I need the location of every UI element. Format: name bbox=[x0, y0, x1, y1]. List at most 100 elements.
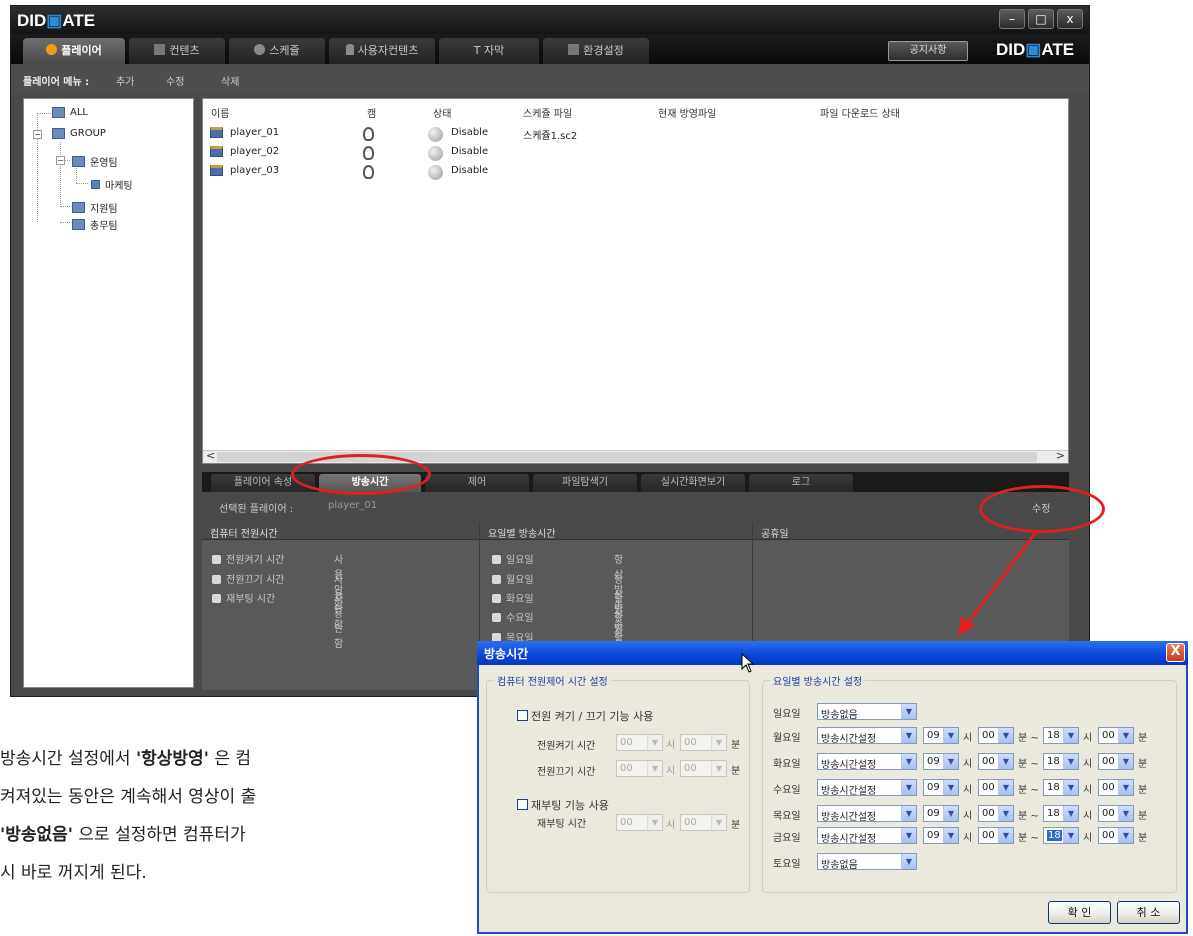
end-hour-select[interactable]: 18 ▼ bbox=[1043, 753, 1079, 770]
start-hour-select[interactable]: 09 ▼ bbox=[923, 727, 959, 744]
time-unit: 분 ~ bbox=[1018, 759, 1039, 770]
power-control-group: 컴퓨터 전원제어 시간 설정 전원 켜기 / 끄기 기능 사용 전원켜기 시간 … bbox=[486, 673, 750, 893]
time-unit: 시 bbox=[1083, 759, 1093, 770]
chevron-down-icon: ▼ bbox=[998, 806, 1013, 821]
end-minute-select[interactable]: 00 ▼ bbox=[1098, 727, 1134, 744]
end-hour-select[interactable]: 18 ▼ bbox=[1043, 805, 1079, 822]
time-unit: 분 bbox=[1138, 833, 1148, 844]
chevron-down-icon: ▼ bbox=[943, 754, 958, 769]
power-group-legend: 컴퓨터 전원제어 시간 설정 bbox=[494, 673, 611, 688]
weekly-group-legend: 요일별 방송시간 설정 bbox=[770, 673, 866, 688]
time-unit: 분 ~ bbox=[1018, 833, 1039, 844]
chevron-down-icon: ▼ bbox=[943, 806, 958, 821]
enable-power-checkbox[interactable]: 전원 켜기 / 끄기 기능 사용 bbox=[517, 708, 653, 724]
day-mode-select[interactable]: 방송시간설정 ▼ bbox=[817, 805, 917, 823]
reboot-label: 재부팅 시간 bbox=[537, 819, 587, 830]
power-off-label: 전원끄기 시간 bbox=[537, 767, 596, 778]
page: { "app": { "logo_text": "DIDMATE", "logo… bbox=[0, 0, 1193, 936]
time-unit: 시 bbox=[1083, 733, 1093, 744]
chevron-down-icon: ▼ bbox=[647, 815, 662, 830]
time-unit: 시 bbox=[963, 785, 973, 796]
broadcast-time-dialog: 방송시간 X 컴퓨터 전원제어 시간 설정 전원 켜기 / 끄기 기능 사용 전… bbox=[477, 641, 1188, 934]
day-label: 금요일 bbox=[773, 833, 801, 844]
time-unit: 분 bbox=[1138, 759, 1148, 770]
day-mode-select[interactable]: 방송없음 ▼ bbox=[817, 853, 917, 871]
power-off-minute-select[interactable]: 00 ▼ bbox=[680, 760, 727, 777]
start-minute-select[interactable]: 00 ▼ bbox=[978, 753, 1014, 770]
day-mode-select[interactable]: 방송시간설정 ▼ bbox=[817, 827, 917, 845]
cancel-button[interactable]: 취 소 bbox=[1117, 901, 1180, 924]
chevron-down-icon: ▼ bbox=[711, 815, 726, 830]
chevron-down-icon: ▼ bbox=[647, 761, 662, 776]
ok-button[interactable]: 확 인 bbox=[1048, 901, 1111, 924]
end-hour-select[interactable]: 18 ▼ bbox=[1043, 779, 1079, 796]
end-minute-select[interactable]: 00 ▼ bbox=[1098, 827, 1134, 844]
chevron-down-icon: ▼ bbox=[647, 735, 662, 750]
time-unit: 시 bbox=[963, 733, 973, 744]
time-unit: 시 bbox=[963, 759, 973, 770]
end-minute-select[interactable]: 00 ▼ bbox=[1098, 805, 1134, 822]
chevron-down-icon: ▼ bbox=[1118, 754, 1133, 769]
time-unit: 시 bbox=[1083, 833, 1093, 844]
checkbox-icon bbox=[517, 710, 528, 721]
chevron-down-icon: ▼ bbox=[998, 780, 1013, 795]
day-label: 수요일 bbox=[773, 785, 801, 796]
minute-unit: 분 bbox=[731, 740, 741, 751]
chevron-down-icon: ▼ bbox=[1063, 754, 1078, 769]
dialog-close-button[interactable]: X bbox=[1166, 643, 1185, 662]
start-hour-select[interactable]: 09 ▼ bbox=[923, 753, 959, 770]
chevron-down-icon: ▼ bbox=[1063, 728, 1078, 743]
start-hour-select[interactable]: 09 ▼ bbox=[923, 827, 959, 844]
day-mode-select[interactable]: 방송시간설정 ▼ bbox=[817, 779, 917, 797]
time-unit: 분 ~ bbox=[1018, 733, 1039, 744]
time-unit: 분 ~ bbox=[1018, 785, 1039, 796]
chevron-down-icon: ▼ bbox=[998, 754, 1013, 769]
power-on-label: 전원켜기 시간 bbox=[537, 741, 596, 752]
chevron-down-icon: ▼ bbox=[943, 728, 958, 743]
end-hour-select[interactable]: 18 ▼ bbox=[1043, 827, 1079, 844]
hour-unit: 시 bbox=[666, 740, 676, 751]
reboot-minute-select[interactable]: 00 ▼ bbox=[680, 814, 727, 831]
chevron-down-icon: ▼ bbox=[1118, 728, 1133, 743]
day-mode-select[interactable]: 방송시간설정 ▼ bbox=[817, 753, 917, 771]
chevron-down-icon: ▼ bbox=[998, 828, 1013, 843]
start-minute-select[interactable]: 00 ▼ bbox=[978, 827, 1014, 844]
reboot-hour-select[interactable]: 00 ▼ bbox=[616, 814, 663, 831]
day-label: 일요일 bbox=[773, 709, 801, 720]
power-off-hour-select[interactable]: 00 ▼ bbox=[616, 760, 663, 777]
end-minute-select[interactable]: 00 ▼ bbox=[1098, 779, 1134, 796]
start-hour-select[interactable]: 09 ▼ bbox=[923, 779, 959, 796]
start-minute-select[interactable]: 00 ▼ bbox=[978, 727, 1014, 744]
chevron-down-icon: ▼ bbox=[901, 754, 916, 769]
day-mode-select[interactable]: 방송시간설정 ▼ bbox=[817, 727, 917, 745]
time-unit: 분 bbox=[1138, 733, 1148, 744]
chevron-down-icon: ▼ bbox=[711, 761, 726, 776]
chevron-down-icon: ▼ bbox=[1063, 780, 1078, 795]
time-unit: 분 bbox=[1138, 785, 1148, 796]
enable-reboot-checkbox[interactable]: 재부팅 기능 사용 bbox=[517, 797, 609, 813]
dialog-title-bar[interactable]: 방송시간 X bbox=[477, 641, 1188, 665]
day-mode-select[interactable]: 방송없음 ▼ bbox=[817, 703, 917, 721]
start-minute-select[interactable]: 00 ▼ bbox=[978, 805, 1014, 822]
chevron-down-icon: ▼ bbox=[943, 780, 958, 795]
power-on-minute-select[interactable]: 00 ▼ bbox=[680, 734, 727, 751]
chevron-down-icon: ▼ bbox=[943, 828, 958, 843]
minute-unit: 분 bbox=[731, 766, 741, 777]
time-unit: 시 bbox=[1083, 785, 1093, 796]
time-unit: 시 bbox=[963, 833, 973, 844]
start-hour-select[interactable]: 09 ▼ bbox=[923, 805, 959, 822]
power-on-hour-select[interactable]: 00 ▼ bbox=[616, 734, 663, 751]
time-unit: 시 bbox=[963, 811, 973, 822]
start-minute-select[interactable]: 00 ▼ bbox=[978, 779, 1014, 796]
hour-unit: 시 bbox=[666, 766, 676, 777]
time-unit: 시 bbox=[1083, 811, 1093, 822]
chevron-down-icon: ▼ bbox=[901, 728, 916, 743]
chevron-down-icon: ▼ bbox=[998, 728, 1013, 743]
end-minute-select[interactable]: 00 ▼ bbox=[1098, 753, 1134, 770]
checkbox-icon bbox=[517, 799, 528, 810]
chevron-down-icon: ▼ bbox=[901, 704, 916, 719]
end-hour-select[interactable]: 18 ▼ bbox=[1043, 727, 1079, 744]
chevron-down-icon: ▼ bbox=[1118, 780, 1133, 795]
chevron-down-icon: ▼ bbox=[711, 735, 726, 750]
chevron-down-icon: ▼ bbox=[901, 828, 916, 843]
